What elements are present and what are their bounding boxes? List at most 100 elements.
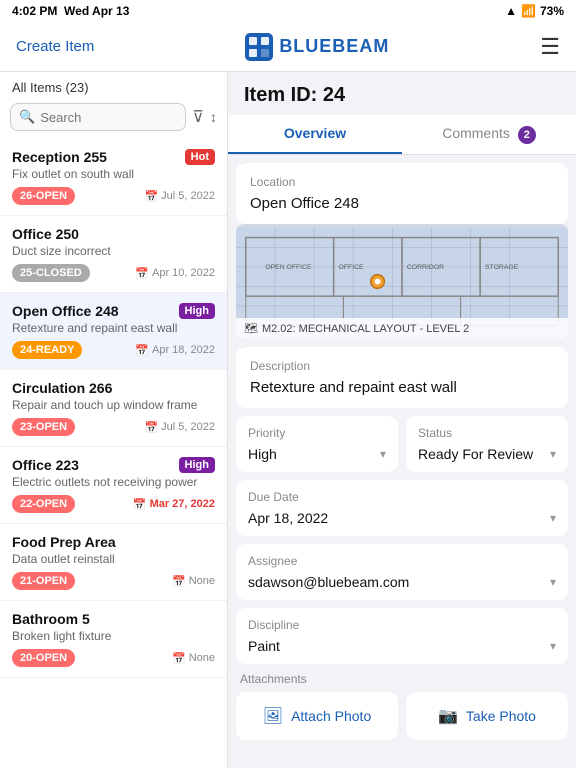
tab-overview[interactable]: Overview — [228, 115, 402, 154]
items-list: Reception 255 Hot Fix outlet on south wa… — [0, 139, 227, 768]
wifi-icon: 📶 — [521, 4, 536, 18]
date-icon: 📅 — [144, 190, 158, 203]
filter-button[interactable]: ⊽ — [192, 107, 204, 127]
attach-buttons: 🖼 Attach Photo 📷 Take Photo — [236, 692, 568, 740]
attachments-section: Attachments 🖼 Attach Photo 📷 Take Photo — [236, 672, 568, 740]
svg-text:OPEN OFFICE: OPEN OFFICE — [265, 264, 312, 271]
status-field[interactable]: Status Ready For Review ▾ — [406, 416, 568, 472]
discipline-field[interactable]: Discipline Paint ▾ — [236, 608, 568, 664]
item-date: 📅Jul 5, 2022 — [144, 190, 215, 203]
item-title: Food Prep Area — [12, 534, 116, 550]
sort-button[interactable]: ↕ — [210, 109, 217, 125]
attach-photo-icon: 🖼 — [263, 706, 283, 726]
list-item[interactable]: Circulation 266 Repair and touch up wind… — [0, 370, 227, 447]
item-date: 📅 None — [172, 575, 215, 588]
item-desc: Retexture and repaint east wall — [12, 321, 215, 335]
discipline-select[interactable]: Paint ▾ — [248, 638, 556, 654]
item-badge: High — [179, 303, 215, 319]
discipline-chevron-icon: ▾ — [550, 639, 556, 653]
assignee-chevron-icon: ▾ — [550, 575, 556, 589]
status-label: Status — [418, 426, 556, 440]
list-item[interactable]: Open Office 248 High Retexture and repai… — [0, 293, 227, 370]
date-icon: 📅 — [133, 498, 147, 511]
item-badge: Hot — [185, 149, 215, 165]
priority-value: High — [248, 446, 277, 462]
search-box: 🔍 — [10, 103, 186, 131]
location-value: Open Office 248 — [250, 195, 554, 212]
search-row: 🔍 ⊽ ↕ — [0, 99, 227, 139]
priority-field[interactable]: Priority High ▾ — [236, 416, 398, 472]
search-input[interactable] — [40, 110, 177, 125]
due-date-select[interactable]: Apr 18, 2022 ▾ — [248, 510, 556, 526]
hamburger-menu-button[interactable]: ☰ — [540, 34, 560, 60]
description-section: Description Retexture and repaint east w… — [236, 347, 568, 408]
bluebeam-logo-text: BLUEBEAM — [279, 36, 389, 57]
list-item[interactable]: Office 250 Duct size incorrect 25-CLOSED… — [0, 216, 227, 293]
discipline-value: Paint — [248, 638, 280, 654]
status-select[interactable]: Ready For Review ▾ — [418, 446, 556, 462]
assignee-field[interactable]: Assignee sdawson@bluebeam.com ▾ — [236, 544, 568, 600]
item-status-tag: 26-OPEN — [12, 187, 75, 205]
item-title: Reception 255 — [12, 149, 107, 165]
search-icon: 🔍 — [19, 109, 35, 125]
list-item[interactable]: Reception 255 Hot Fix outlet on south wa… — [0, 139, 227, 216]
list-item[interactable]: Office 223 High Electric outlets not rec… — [0, 447, 227, 524]
item-date: 📅 None — [172, 652, 215, 665]
list-item[interactable]: Bathroom 5 Broken light fixture 20-OPEN … — [0, 601, 227, 678]
item-status-tag: 20-OPEN — [12, 649, 75, 667]
item-desc: Electric outlets not receiving power — [12, 475, 215, 489]
discipline-label: Discipline — [248, 618, 556, 632]
date-icon: 📅 — [135, 344, 149, 357]
assignee-value: sdawson@bluebeam.com — [248, 574, 409, 590]
attachments-label: Attachments — [236, 672, 568, 686]
battery-label: 73% — [540, 4, 564, 18]
status-value: Ready For Review — [418, 446, 533, 462]
tab-comments[interactable]: Comments 2 — [402, 115, 576, 154]
item-desc: Broken light fixture — [12, 629, 215, 643]
item-badge: High — [179, 457, 215, 473]
item-title: Open Office 248 — [12, 303, 119, 319]
assignee-label: Assignee — [248, 554, 556, 568]
tabs-row: Overview Comments 2 — [228, 115, 576, 155]
due-date-value: Apr 18, 2022 — [248, 510, 328, 526]
svg-text:STORAGE: STORAGE — [485, 264, 519, 271]
date-icon: 📅 — [172, 652, 186, 665]
assignee-select[interactable]: sdawson@bluebeam.com ▾ — [248, 574, 556, 590]
item-title: Circulation 266 — [12, 380, 112, 396]
description-value: Retexture and repaint east wall — [250, 379, 554, 396]
svg-text:CORRIDOR: CORRIDOR — [407, 264, 444, 271]
date-icon: 📅 — [172, 575, 186, 588]
status-chevron-icon: ▾ — [550, 447, 556, 461]
status-bar: 4:02 PM Wed Apr 13 ▲ 📶 73% — [0, 0, 576, 22]
attach-photo-button[interactable]: 🖼 Attach Photo — [236, 692, 398, 740]
item-status-tag: 21-OPEN — [12, 572, 75, 590]
svg-text:OFFICE: OFFICE — [339, 264, 364, 271]
top-nav: Create Item BLUEBEAM ☰ — [0, 22, 576, 72]
signal-icon: ▲ — [505, 4, 517, 18]
description-label: Description — [250, 359, 554, 373]
item-desc: Data outlet reinstall — [12, 552, 215, 566]
item-desc: Duct size incorrect — [12, 244, 215, 258]
item-id-header: Item ID: 24 — [228, 72, 576, 115]
item-desc: Repair and touch up window frame — [12, 398, 215, 412]
priority-label: Priority — [248, 426, 386, 440]
left-panel: All Items (23) 🔍 ⊽ ↕ Reception 255 Hot F… — [0, 72, 228, 768]
item-id-title: Item ID: 24 — [244, 84, 560, 107]
due-date-field[interactable]: Due Date Apr 18, 2022 ▾ — [236, 480, 568, 536]
item-title: Bathroom 5 — [12, 611, 90, 627]
item-date: 📅Apr 10, 2022 — [135, 267, 215, 280]
item-date: 📅Apr 18, 2022 — [135, 344, 215, 357]
item-date: 📅Jul 5, 2022 — [144, 421, 215, 434]
item-date: 📅Mar 27, 2022 — [133, 498, 215, 511]
list-item[interactable]: Food Prep Area Data outlet reinstall 21-… — [0, 524, 227, 601]
map-icon: 🗺 — [244, 322, 258, 335]
status-time: 4:02 PM Wed Apr 13 — [12, 4, 129, 18]
take-photo-button[interactable]: 📷 Take Photo — [406, 692, 568, 740]
priority-select[interactable]: High ▾ — [248, 446, 386, 462]
location-label: Location — [250, 175, 554, 189]
item-status-tag: 24-READY — [12, 341, 82, 359]
due-date-chevron-icon: ▾ — [550, 511, 556, 525]
item-title: Office 223 — [12, 457, 79, 473]
take-photo-icon: 📷 — [438, 706, 458, 726]
create-item-button[interactable]: Create Item — [16, 38, 94, 55]
